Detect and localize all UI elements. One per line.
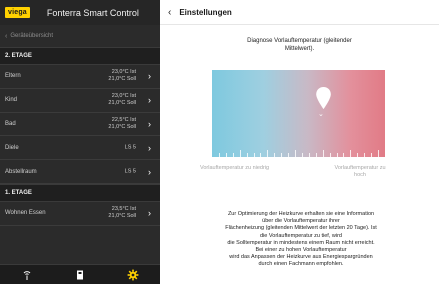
info-line: die Vorlauftemperatur zu tief, wird <box>260 232 342 239</box>
page-title: Einstellungen <box>179 7 232 17</box>
range-label-high-line1: Vorlauftemperatur zu <box>334 165 386 171</box>
app-title: Fonterra Smart Control <box>46 7 139 18</box>
scale-tick <box>322 150 324 157</box>
room-item-diele[interactable]: Diele LS 5 › <box>0 136 160 161</box>
room-values: 23,5°C Ist 21,0°C Soll <box>108 206 136 220</box>
room-level: LS 5 <box>124 168 136 175</box>
room-name: Diele <box>5 144 19 151</box>
scale-tick <box>336 153 338 157</box>
viega-logo: viega <box>5 7 30 18</box>
scale-tick <box>246 153 248 157</box>
scale-tick <box>239 150 241 157</box>
chevron-right-icon: › <box>148 95 151 106</box>
gear-icon <box>127 269 139 280</box>
room-name: Eltern <box>5 73 21 80</box>
device-icon <box>76 270 83 279</box>
chevron-right-icon: › <box>148 142 151 153</box>
scale-tick <box>301 153 303 157</box>
scale-tick <box>329 153 331 157</box>
scale-tick <box>357 153 359 157</box>
range-label-low: Vorlauftemperatur zu niedrig <box>200 165 270 171</box>
scale-tick <box>371 153 373 157</box>
info-line: die Solltemperatur in mindestens einem R… <box>227 239 375 246</box>
room-soll: 21,0°C Soll <box>108 76 136 83</box>
chevron-down-icon: ⌄ <box>318 111 324 118</box>
chevron-right-icon: › <box>148 208 151 219</box>
signal-icon <box>23 270 31 280</box>
scale-tick <box>218 153 220 157</box>
diagnosis-title: Diagnose Vorlauftemperatur (gleitender M… <box>210 37 389 53</box>
room-ist: 22,5°C Ist <box>111 116 136 123</box>
room-ist: 23,0°C Ist <box>111 93 136 100</box>
info-line: über die Vorlauftemperatur ihrer <box>262 218 340 225</box>
main-panel: ‹ Einstellungen Diagnose Vorlauftemperat… <box>160 0 439 284</box>
scale-tick <box>308 153 310 157</box>
main-header: ‹ Einstellungen <box>160 0 439 25</box>
back-button[interactable]: ‹ <box>168 7 171 18</box>
bottom-navigation <box>0 264 160 284</box>
room-ist: 23,5°C Ist <box>111 206 136 213</box>
room-ist: 23,0°C Ist <box>111 69 136 76</box>
scale-ticks <box>212 147 385 157</box>
room-values: 23,0°C Ist 21,0°C Soll <box>108 93 136 107</box>
nav-settings-button[interactable] <box>123 267 143 283</box>
room-item-eltern[interactable]: Eltern 23,0°C Ist 21,0°C Soll › <box>0 65 160 89</box>
room-name: Bad <box>5 120 16 127</box>
scale-tick <box>232 153 234 157</box>
scale-tick <box>364 153 366 157</box>
room-name: Wohnen Essen <box>5 210 46 217</box>
nav-device-button[interactable] <box>70 267 90 283</box>
nav-signal-button[interactable] <box>17 267 37 283</box>
chevron-right-icon: › <box>148 71 151 82</box>
room-name: Abstellraum <box>5 168 37 175</box>
temperature-gradient-scale <box>212 70 385 157</box>
room-name: Kind <box>5 97 18 104</box>
scale-tick <box>281 153 283 157</box>
range-label-high: Vorlauftemperatur zu hoch <box>320 165 400 179</box>
scale-tick <box>267 150 269 157</box>
chevron-left-icon: ‹ <box>5 32 8 40</box>
room-level: LS 5 <box>124 144 136 151</box>
scale-tick <box>225 153 227 157</box>
room-values: 23,0°C Ist 21,0°C Soll <box>108 69 136 83</box>
room-item-abstellraum[interactable]: Abstellraum LS 5 › <box>0 160 160 184</box>
section-header-1-etage: 1. ETAGE <box>0 183 160 202</box>
range-label-high-line2: hoch <box>354 172 366 178</box>
info-line: durch einen Fachmann empfohlen. <box>258 261 344 268</box>
scale-tick <box>288 153 290 157</box>
sidebar-topbar: viega Fonterra Smart Control <box>0 0 160 25</box>
scale-tick <box>343 153 345 157</box>
room-soll: 21,0°C Soll <box>108 123 136 130</box>
info-line: Zur Optimierung der Heizkurve erhalten s… <box>227 211 375 217</box>
scale-tick <box>350 150 352 157</box>
chevron-right-icon: › <box>148 166 151 177</box>
room-item-kind[interactable]: Kind 23,0°C Ist 21,0°C Soll › <box>0 89 160 113</box>
room-values: LS 5 <box>125 168 136 175</box>
scale-tick <box>260 153 262 157</box>
room-values: LS 5 <box>125 144 136 151</box>
diagnosis-title-line1: Diagnose Vorlauftemperatur (gleitender <box>247 38 352 44</box>
diagnosis-title-line2: Mittelwert). <box>284 46 315 52</box>
room-item-wohnen-essen[interactable]: Wohnen Essen 23,5°C Ist 21,0°C Soll › <box>0 202 160 226</box>
scale-tick <box>253 153 255 157</box>
room-values: 22,5°C Ist 21,0°C Soll <box>108 117 136 131</box>
info-line: wird das Anpassen der Heizkurve aus Ener… <box>229 254 373 261</box>
info-line: Bei einer zu hohen Vorlauftemperatur <box>255 247 347 254</box>
back-label: Geräteübersicht <box>10 33 54 39</box>
scale-tick <box>295 150 297 157</box>
room-item-bad[interactable]: Bad 22,5°C Ist 21,0°C Soll › <box>0 113 160 137</box>
location-pin-icon <box>316 87 331 109</box>
room-soll: 21,0°C Soll <box>108 213 136 220</box>
scale-tick <box>274 153 276 157</box>
section-header-2-etage: 2. ETAGE <box>0 47 160 65</box>
scale-tick <box>315 153 317 157</box>
sidebar: viega Fonterra Smart Control ‹ Geräteübe… <box>0 0 160 284</box>
info-text: Zur Optimierung der Heizkurve erhalten s… <box>180 211 422 269</box>
info-line: Flächenheizung (gleitenden Mittelwert de… <box>225 225 377 232</box>
scale-tick <box>378 150 380 157</box>
room-soll: 21,0°C Soll <box>108 100 136 107</box>
chevron-right-icon: › <box>148 118 151 129</box>
back-to-device-overview[interactable]: ‹ Geräteübersicht <box>0 25 160 47</box>
